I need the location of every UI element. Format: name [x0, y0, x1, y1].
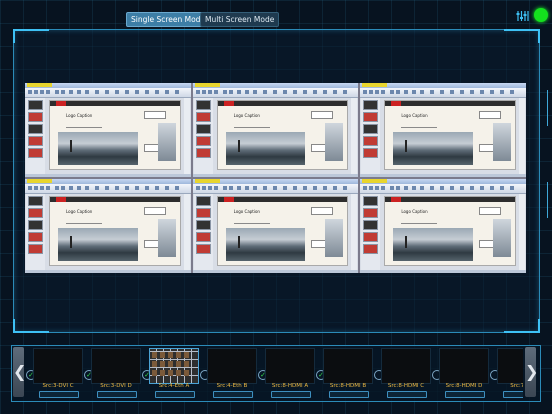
source-drag-handle[interactable] — [97, 391, 137, 398]
slide-photo — [58, 228, 138, 261]
source-item[interactable]: ✓Src:4-Eth B — [200, 346, 257, 400]
slide-preview: Logo Caption — [384, 100, 516, 170]
source-list[interactable]: ✓Src:3-DVI C✓Src:3-DVI D✓Src:4-Eth A✓Src… — [26, 346, 523, 400]
scale-tick — [543, 182, 548, 218]
slide-photo — [225, 228, 306, 261]
slide-photo — [393, 228, 473, 261]
slide-preview: Logo Caption — [216, 196, 349, 266]
slide-thumbnails — [361, 194, 381, 271]
window-status-bar — [360, 174, 526, 177]
source-label: Src:8-HDMI A — [271, 383, 309, 389]
slide-preview: Logo Caption — [216, 100, 349, 170]
slide-logo-text: Logo Caption — [66, 113, 93, 118]
frame-corner — [504, 319, 540, 333]
source-drag-handle[interactable] — [213, 391, 253, 398]
source-item[interactable]: ✓ Src:8-HDMI B — [316, 346, 373, 400]
slide-thumbnails — [193, 98, 213, 175]
window-status-bar — [192, 174, 359, 177]
window-status-bar — [25, 270, 191, 273]
slide-logo-text: Logo Caption — [401, 113, 428, 118]
source-drag-handle[interactable] — [155, 391, 195, 398]
source-preview-thumbnail[interactable] — [439, 348, 489, 384]
window-toolbar — [25, 184, 191, 194]
source-label: Src:3-DVI C — [42, 383, 74, 389]
source-drag-handle[interactable] — [387, 391, 427, 398]
source-drag-handle[interactable] — [271, 391, 311, 398]
screen-cell[interactable]: Logo Caption — [360, 83, 526, 177]
window-toolbar — [192, 184, 359, 194]
screen-cell[interactable]: Logo Caption — [192, 179, 359, 273]
source-item[interactable]: ✓ Src:4-Eth A — [142, 346, 199, 400]
source-label: Src:8-HDMI D — [445, 383, 483, 389]
window-status-bar — [25, 174, 191, 177]
slide-thumbnails — [361, 98, 381, 175]
window-scrollbar — [183, 194, 190, 271]
source-label: Src:8-HDMI C — [387, 383, 425, 389]
source-preview-thumbnail[interactable] — [149, 348, 199, 384]
source-preview-thumbnail[interactable] — [207, 348, 257, 384]
source-preview-thumbnail[interactable] — [265, 348, 315, 384]
screen-cell[interactable]: Logo Caption — [25, 179, 191, 273]
frame-corner — [504, 29, 540, 43]
slide-thumbnails — [26, 98, 45, 175]
scale-tick — [543, 90, 548, 126]
window-toolbar — [25, 88, 191, 98]
window-scrollbar — [519, 98, 525, 175]
single-screen-mode-button[interactable]: Single Screen Mode — [126, 12, 211, 27]
slide-thumbnails — [26, 194, 45, 271]
frame-corner — [13, 29, 49, 43]
window-toolbar — [360, 184, 526, 194]
connection-status-indicator — [534, 8, 548, 22]
slide-photo — [225, 132, 306, 165]
slide-logo-text: Logo Caption — [233, 113, 260, 118]
source-item[interactable]: ✓ Src:8-HDMI A — [258, 346, 315, 400]
slide-photo — [58, 132, 138, 165]
slide-logo-text: Logo Caption — [233, 209, 260, 214]
source-item[interactable]: ✓Src:7-DP — [490, 346, 523, 400]
source-label: Src:7-DP — [510, 383, 523, 389]
source-label: Src:3-DVI D — [100, 383, 132, 389]
frame-corner — [13, 319, 49, 333]
source-item[interactable]: ✓ Src:3-DVI C — [26, 346, 83, 400]
source-item[interactable]: ✓Src:8-HDMI C — [374, 346, 431, 400]
slide-logo-text: Logo Caption — [401, 209, 428, 214]
slide-preview: Logo Caption — [49, 100, 181, 170]
screen-cell[interactable]: Logo Caption — [192, 83, 359, 177]
multi-screen-mode-button[interactable]: Multi Screen Mode — [200, 12, 280, 27]
source-preview-thumbnail[interactable] — [91, 348, 141, 384]
window-status-bar — [192, 270, 359, 273]
window-scrollbar — [351, 194, 358, 271]
slide-photo — [393, 132, 473, 165]
source-preview-thumbnail[interactable] — [33, 348, 83, 384]
scroll-left-button[interactable]: ❮ — [13, 347, 26, 397]
window-scrollbar — [351, 98, 358, 175]
slide-logo-text: Logo Caption — [66, 209, 93, 214]
source-label: Src:8-HDMI B — [329, 383, 367, 389]
source-item[interactable]: ✓ Src:3-DVI D — [84, 346, 141, 400]
slide-preview: Logo Caption — [49, 196, 181, 266]
scroll-right-button[interactable]: ❯ — [525, 347, 538, 397]
window-toolbar — [192, 88, 359, 98]
screen-cell[interactable]: Logo Caption — [360, 179, 526, 273]
source-preview-thumbnail[interactable] — [497, 348, 523, 384]
source-drag-handle[interactable] — [329, 391, 369, 398]
source-item[interactable]: ✓Src:8-HDMI D — [432, 346, 489, 400]
screen-cell[interactable]: Logo Caption — [25, 83, 191, 177]
video-wall-grid[interactable]: Logo Caption Logo Caption Logo Caption Logo… — [25, 83, 526, 273]
slide-thumbnails — [193, 194, 213, 271]
sliders-icon[interactable] — [516, 9, 530, 23]
source-drag-handle[interactable] — [445, 391, 485, 398]
source-label: Src:4-Eth B — [216, 383, 248, 389]
source-preview-thumbnail[interactable] — [381, 348, 431, 384]
window-scrollbar — [183, 98, 190, 175]
source-drag-handle[interactable] — [39, 391, 79, 398]
slide-preview: Logo Caption — [384, 196, 516, 266]
source-label: Src:4-Eth A — [158, 383, 190, 389]
window-status-bar — [360, 270, 526, 273]
window-toolbar — [360, 88, 526, 98]
window-scrollbar — [519, 194, 525, 271]
source-preview-thumbnail[interactable] — [323, 348, 373, 384]
source-drag-handle[interactable] — [503, 391, 523, 398]
